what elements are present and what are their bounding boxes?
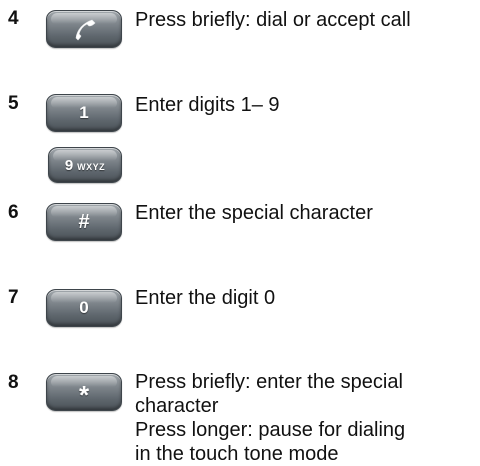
digit-nine-key: 9 WXYZ	[48, 147, 122, 183]
description-line: Enter the special character	[135, 202, 373, 224]
phone-handset-icon	[75, 19, 96, 41]
description-line: Press briefly: enter the special	[135, 371, 403, 393]
item-number: 6	[8, 202, 19, 223]
description-line: character	[135, 395, 219, 417]
star-key: *	[46, 373, 122, 411]
key-letters: WXYZ	[77, 161, 106, 172]
item-description: Press briefly: enter the special charact…	[135, 370, 405, 466]
key-digit: 9	[64, 156, 74, 174]
item-description: Enter digits 1– 9	[135, 93, 280, 117]
key-label: *	[78, 380, 90, 410]
hash-key: #	[46, 203, 122, 241]
key-label: 0	[79, 298, 89, 317]
item-description: Enter the digit 0	[135, 286, 275, 310]
description-line: in the touch tone mode	[135, 443, 339, 465]
item-number: 7	[8, 287, 19, 308]
item-description: Press briefly: dial or accept call	[135, 8, 411, 32]
digit-one-key: 1	[46, 94, 122, 132]
call-key	[46, 10, 122, 48]
description-line: Enter the digit 0	[135, 287, 276, 309]
key-label: #	[78, 210, 90, 233]
zero-key: 0	[46, 289, 122, 327]
key-label: 9 WXYZ	[65, 157, 105, 174]
item-number: 4	[8, 8, 19, 29]
key-label: 1	[79, 103, 89, 122]
item-number: 5	[8, 93, 19, 114]
item-number: 8	[8, 372, 19, 393]
description-line: Press briefly: dial or accept call	[135, 9, 411, 31]
item-description: Enter the special character	[135, 201, 373, 225]
description-line: Press longer: pause for dialing	[135, 419, 406, 441]
description-line: Enter digits 1– 9	[135, 94, 280, 116]
